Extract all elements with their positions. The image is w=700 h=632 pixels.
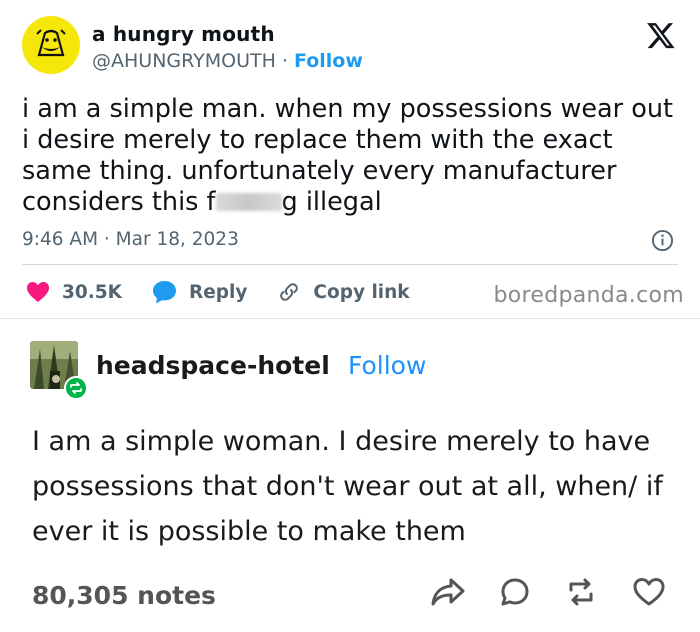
copy-link-label: Copy link (313, 281, 410, 303)
share-button[interactable] (431, 577, 465, 607)
tumblr-actions (396, 577, 666, 607)
comment-button[interactable] (500, 577, 530, 607)
follow-button[interactable]: Follow (294, 50, 363, 72)
profile-avatar[interactable] (22, 16, 80, 74)
reblog-icon (569, 578, 593, 606)
link-icon (280, 283, 299, 301)
notes-count[interactable]: 80,305 notes (32, 581, 216, 610)
x-logo-icon[interactable] (646, 20, 676, 50)
like-button[interactable]: 30.5K (26, 281, 122, 303)
comment-icon (501, 578, 529, 606)
heart-filled-icon (27, 282, 49, 302)
tumblr-username[interactable]: headspace-hotel (96, 351, 330, 380)
tumblr-follow-button[interactable]: Follow (348, 351, 426, 380)
tumblr-post-text: I am a simple woman. I desire merely to … (32, 426, 663, 547)
reblog-badge-icon (70, 382, 82, 394)
watermark: boredpanda.com (493, 283, 684, 308)
heart-icon (633, 578, 665, 606)
handle-row: @AHUNGRYMOUTH · Follow (92, 50, 363, 72)
reblog-badge (64, 376, 88, 400)
reblog-button[interactable] (565, 577, 597, 607)
share-icon (431, 578, 465, 606)
display-name[interactable]: a hungry mouth (92, 22, 275, 46)
tweet-timestamp[interactable]: 9:46 AM · Mar 18, 2023 (22, 229, 239, 250)
reply-bubble-icon (152, 281, 176, 304)
separator-dot: · (281, 50, 288, 72)
reply-label: Reply (188, 281, 248, 303)
reply-button[interactable]: Reply (152, 280, 247, 304)
censor-blur (215, 193, 282, 211)
info-icon[interactable] (651, 229, 674, 252)
user-handle[interactable]: @AHUNGRYMOUTH (92, 50, 276, 72)
tweet-text-end: g illegal (281, 187, 382, 217)
divider (22, 264, 678, 265)
tumblr-card: headspace-hotel Follow I am a simple wom… (0, 318, 700, 632)
like-post-button[interactable] (632, 577, 666, 607)
tweet-text: i am a simple man. when my possessions w… (22, 94, 682, 218)
tweet-actions: 30.5K Reply Copy link (26, 278, 440, 306)
like-count: 30.5K (62, 281, 122, 303)
tweet-card: a hungry mouth @AHUNGRYMOUTH · Follow i … (0, 0, 700, 318)
hungry-mouth-avatar-icon (36, 29, 66, 57)
copy-link-button[interactable]: Copy link (277, 280, 410, 304)
